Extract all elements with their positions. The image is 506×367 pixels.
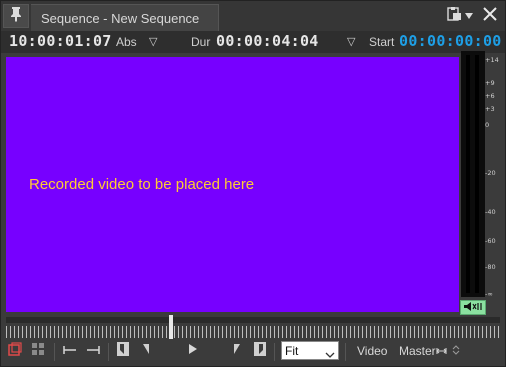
set-out-point-button[interactable] bbox=[231, 342, 243, 360]
meter-scale-label: -40 bbox=[485, 208, 496, 216]
mark-in-icon bbox=[117, 341, 129, 361]
master-options-button[interactable] bbox=[451, 342, 461, 360]
set-in-point-button[interactable] bbox=[140, 342, 152, 360]
speaker-icon bbox=[463, 299, 483, 317]
meter-channel-left bbox=[466, 55, 470, 293]
start-dropdown-icon[interactable]: ▽ bbox=[347, 35, 355, 48]
pin-icon bbox=[9, 6, 23, 27]
close-button[interactable] bbox=[482, 6, 498, 26]
video-output-button[interactable]: Video bbox=[357, 344, 387, 358]
pin-button[interactable] bbox=[3, 4, 29, 28]
meter-scale-label: -60 bbox=[485, 237, 496, 245]
timecode-bar: 10:00:01:07 Abs ▽ Dur 00:00:04:04 ▽ Star… bbox=[1, 31, 505, 53]
meter-scale: +14 +9 +6 +3 0 -20 -40 -60 -80 -∞ bbox=[485, 53, 505, 303]
meter-scale-label: +3 bbox=[485, 105, 495, 113]
chevron-down-icon bbox=[325, 346, 335, 364]
toolbar-separator bbox=[345, 343, 346, 361]
window-options-button[interactable] bbox=[446, 6, 462, 26]
window-menu-button[interactable] bbox=[463, 8, 475, 24]
transport-toolbar: Fit Video Master bbox=[1, 339, 505, 366]
duration-timecode[interactable]: 00:00:04:04 bbox=[216, 32, 319, 50]
timecode-mode-dropdown-icon[interactable]: ▽ bbox=[149, 35, 157, 48]
grid-button[interactable] bbox=[30, 342, 46, 360]
go-to-start-button[interactable] bbox=[62, 342, 78, 360]
updown-arrows-icon bbox=[452, 342, 460, 360]
meter-scale-label: +9 bbox=[485, 79, 495, 87]
master-link-button[interactable] bbox=[435, 342, 447, 360]
clipboard-icon bbox=[446, 6, 462, 26]
go-to-start-icon bbox=[63, 342, 77, 360]
mark-in-button[interactable] bbox=[116, 341, 130, 361]
meter-scale-label: -∞ bbox=[485, 290, 493, 298]
close-icon bbox=[483, 6, 497, 26]
start-label: Start bbox=[369, 35, 395, 49]
playhead-handle[interactable] bbox=[169, 315, 173, 339]
window-title: Sequence - New Sequence bbox=[41, 11, 200, 26]
toolbar-separator bbox=[54, 343, 55, 361]
sequence-window: Sequence - New Sequence 10:00:01:07 Abs … bbox=[0, 0, 506, 367]
toolbar-separator bbox=[274, 343, 275, 361]
grid-icon bbox=[31, 342, 45, 361]
sequence-tab[interactable]: Sequence - New Sequence bbox=[31, 4, 219, 31]
duration-label: Dur bbox=[191, 35, 211, 49]
current-timecode[interactable]: 10:00:01:07 bbox=[9, 32, 112, 50]
meter-scale-label: -80 bbox=[485, 263, 496, 271]
master-output-button[interactable]: Master bbox=[399, 344, 436, 358]
zoom-select[interactable]: Fit bbox=[281, 341, 339, 360]
start-timecode[interactable]: 00:00:00:00 bbox=[399, 32, 502, 50]
safe-area-icon bbox=[8, 341, 22, 361]
meter-scale-label: 0 bbox=[485, 121, 490, 129]
link-icon bbox=[435, 342, 447, 360]
safe-area-button[interactable] bbox=[7, 341, 23, 361]
meter-scale-label: -20 bbox=[485, 169, 496, 177]
meter-channel-right bbox=[475, 55, 479, 293]
video-placeholder-text: Recorded video to be placed here bbox=[29, 176, 255, 193]
meter-scale-label: +14 bbox=[485, 56, 499, 64]
audio-mute-button[interactable] bbox=[460, 300, 486, 315]
mark-out-icon bbox=[254, 341, 266, 361]
go-to-end-icon bbox=[86, 342, 100, 360]
toolbar-separator bbox=[108, 343, 109, 361]
dropdown-triangle-icon bbox=[464, 7, 474, 25]
out-point-icon bbox=[233, 342, 241, 360]
play-icon bbox=[188, 342, 198, 360]
go-to-end-button[interactable] bbox=[85, 342, 101, 360]
in-point-icon bbox=[142, 342, 150, 360]
zoom-value: Fit bbox=[285, 344, 299, 358]
title-bar: Sequence - New Sequence bbox=[1, 1, 505, 31]
play-button[interactable] bbox=[186, 342, 200, 360]
timeline-ruler[interactable] bbox=[6, 326, 500, 338]
audio-meter bbox=[461, 51, 485, 297]
video-display: Recorded video to be placed here bbox=[6, 57, 459, 312]
timecode-mode-label[interactable]: Abs bbox=[116, 35, 137, 49]
scrub-bar[interactable] bbox=[6, 317, 500, 323]
meter-scale-label: +6 bbox=[485, 92, 495, 100]
mark-out-button[interactable] bbox=[253, 341, 267, 361]
